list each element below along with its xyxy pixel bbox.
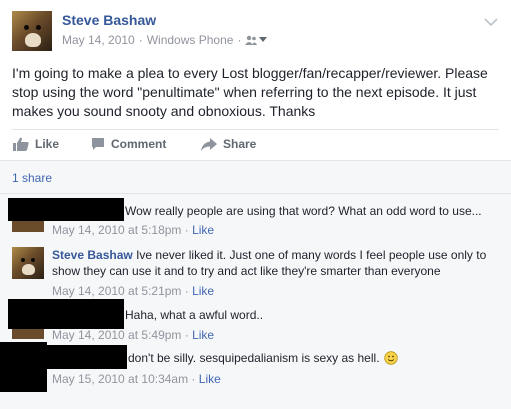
comment-time[interactable]: May 15, 2010 at 10:34am <box>52 372 188 386</box>
comment-like-link[interactable]: Like <box>199 372 221 386</box>
comment-meta: May 14, 2010 at 5:18pm · Like <box>52 223 215 237</box>
post-author-name[interactable]: Steve Bashaw <box>62 12 156 28</box>
chevron-down-icon[interactable] <box>484 14 498 32</box>
comment-author[interactable]: Steve Bashaw <box>52 248 133 262</box>
comment-like-link[interactable]: Like <box>192 284 214 298</box>
friends-icon[interactable] <box>245 35 268 45</box>
speech-bubble-icon <box>92 138 104 150</box>
comment-button[interactable]: Comment <box>91 137 166 151</box>
divider <box>12 129 499 130</box>
comment-label: Comment <box>111 137 167 151</box>
post-date[interactable]: May 14, 2010 <box>62 33 135 47</box>
redacted-author <box>0 342 47 392</box>
post-meta: May 14, 2010 · Windows Phone · <box>62 33 268 47</box>
divider <box>0 193 511 194</box>
smiley-icon <box>383 351 398 365</box>
comment-time[interactable]: May 14, 2010 at 5:21pm <box>52 284 181 298</box>
redacted-author <box>8 198 124 221</box>
comment-like-link[interactable]: Like <box>192 223 214 237</box>
share-count-link[interactable]: 1 share <box>12 171 52 185</box>
comment-like-link[interactable]: Like <box>192 328 214 342</box>
redacted-author <box>47 345 127 369</box>
comment-body: Haha, what a awful word.. <box>125 308 264 322</box>
comment-meta: May 14, 2010 at 5:21pm · Like <box>52 284 215 298</box>
meta-separator: · <box>138 33 143 47</box>
like-label: Like <box>35 137 60 151</box>
redacted-author <box>8 299 124 329</box>
comment-body: don't be silly. sesquipedalianism is sex… <box>128 350 398 366</box>
comment-body: Steve Bashaw Ive never liked it. Just on… <box>52 247 492 279</box>
post-source: Windows Phone <box>146 33 234 47</box>
comment-meta: May 14, 2010 at 5:49pm · Like <box>52 328 215 342</box>
comment-avatar[interactable] <box>12 247 44 279</box>
comment-text: don't be silly. sesquipedalianism is sex… <box>128 351 380 365</box>
comment-meta: May 15, 2010 at 10:34am · Like <box>52 372 221 386</box>
meta-separator: · <box>237 33 242 47</box>
author-avatar[interactable] <box>12 11 52 51</box>
comment-time[interactable]: May 14, 2010 at 5:18pm <box>52 223 181 237</box>
share-button[interactable]: Share <box>201 137 256 151</box>
share-label: Share <box>223 137 257 151</box>
comment-time[interactable]: May 14, 2010 at 5:49pm <box>52 328 181 342</box>
audience-caret-icon[interactable] <box>259 37 268 43</box>
post-text: I'm going to make a plea to every Lost b… <box>12 65 488 119</box>
share-arrow-icon <box>201 137 217 151</box>
comment-body: Wow really people are using that word? W… <box>125 204 482 218</box>
thumbs-up-icon <box>13 137 29 151</box>
like-button[interactable]: Like <box>13 137 59 151</box>
